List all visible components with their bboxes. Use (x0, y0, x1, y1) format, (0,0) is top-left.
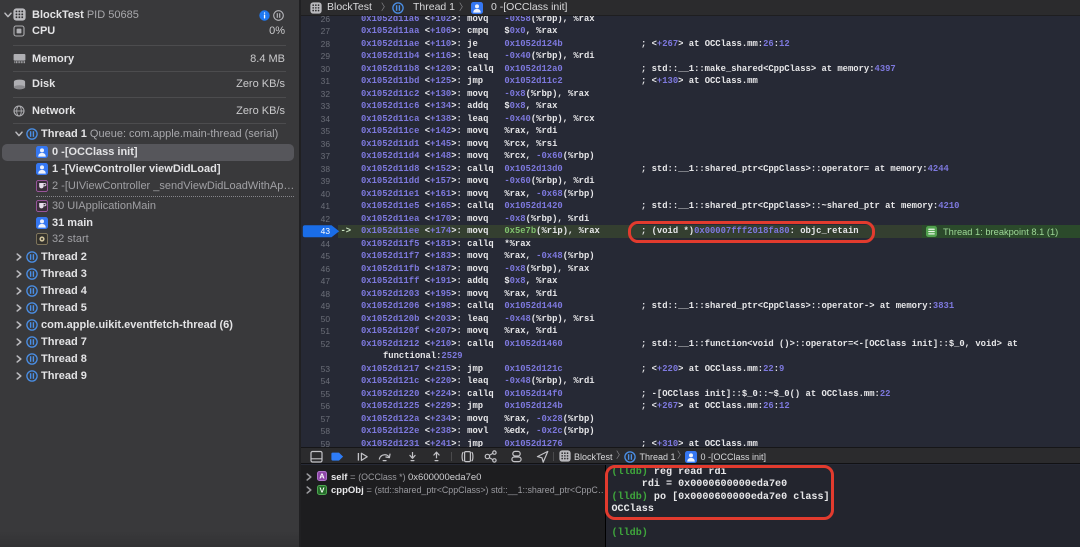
svg-text:A: A (319, 472, 325, 481)
svg-text:V: V (319, 485, 324, 494)
